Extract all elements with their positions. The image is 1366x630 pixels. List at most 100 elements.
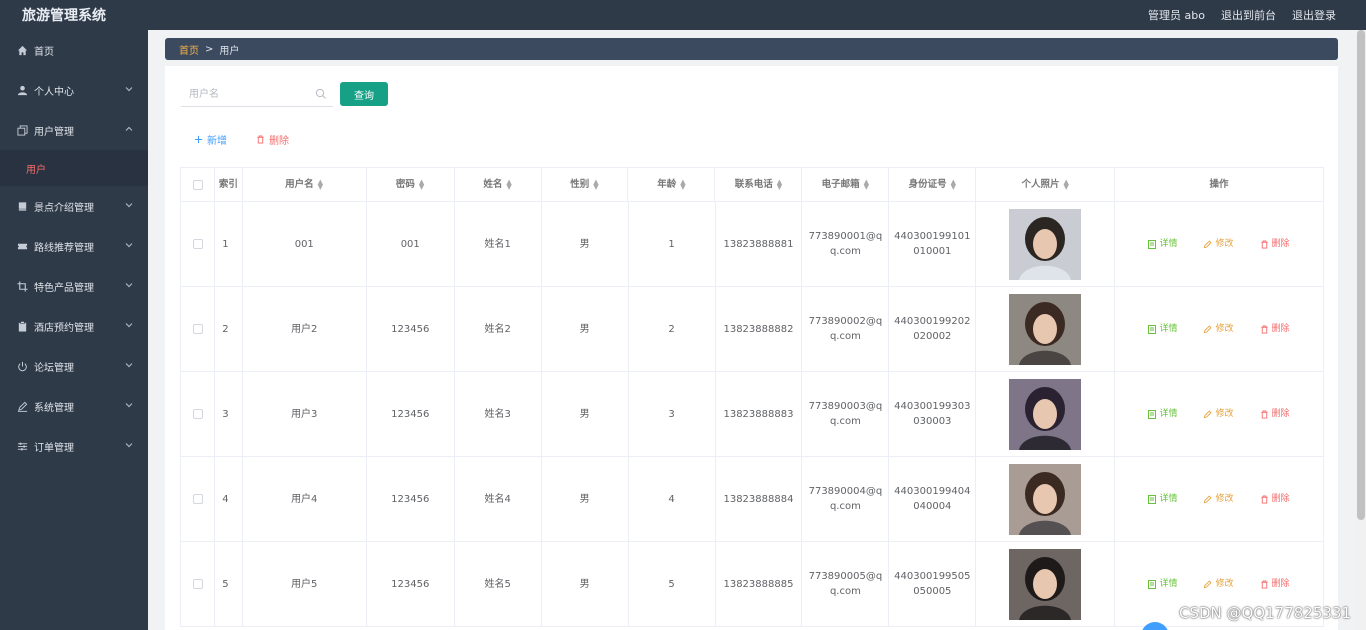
- breadcrumb-current: 用户: [219, 45, 240, 57]
- sort-icon[interactable]: ▲ ▼: [318, 178, 323, 190]
- user-photo[interactable]: [1009, 208, 1082, 280]
- sidebar-item-system[interactable]: 系统管理: [0, 386, 148, 426]
- content-panel: 查询 新增 删除 索引 用户名▲▼ 密码▲▼ 姓名▲▼ 性别▲▼ 年龄▲▼ 联系…: [165, 66, 1338, 630]
- cell-password: 123456: [367, 287, 455, 371]
- delete-button[interactable]: 删除: [1260, 322, 1290, 337]
- cell-password: 001: [367, 202, 455, 286]
- header-age[interactable]: 年龄 ▲ ▼: [628, 168, 716, 201]
- header-email[interactable]: 电子邮箱 ▲ ▼: [802, 168, 890, 201]
- user-photo[interactable]: [1009, 293, 1082, 365]
- sidebar-item-hotel[interactable]: 酒店预约管理: [0, 306, 148, 346]
- detail-button[interactable]: 详情: [1148, 407, 1177, 422]
- detail-button[interactable]: 详情: [1148, 577, 1177, 592]
- row-checkbox[interactable]: [192, 494, 203, 504]
- edit-label: 修改: [1215, 323, 1234, 334]
- sidebar-item-home[interactable]: 首页: [0, 30, 148, 70]
- detail-button[interactable]: 详情: [1148, 322, 1177, 337]
- row-checkbox[interactable]: [192, 239, 203, 249]
- detail-button[interactable]: 详情: [1148, 237, 1177, 252]
- delete-button[interactable]: 删除: [1260, 237, 1290, 252]
- checkbox-cell: [181, 372, 216, 456]
- delete-button[interactable]: 删除: [1260, 407, 1290, 422]
- sort-icon[interactable]: ▲ ▼: [593, 178, 598, 190]
- edit-button[interactable]: 修改: [1203, 322, 1234, 337]
- app-title: 旅游管理系统: [22, 8, 106, 24]
- user-photo[interactable]: [1009, 463, 1082, 535]
- cell-username: 用户2: [243, 287, 367, 371]
- sort-icon[interactable]: ▲ ▼: [419, 178, 424, 190]
- copy-icon: [16, 124, 28, 136]
- edit-button[interactable]: 修改: [1203, 407, 1234, 422]
- sort-icon[interactable]: ▲ ▼: [777, 178, 782, 190]
- user-photo[interactable]: [1009, 548, 1082, 620]
- sidebar-item-attractions[interactable]: 景点介绍管理: [0, 186, 148, 226]
- add-button[interactable]: 新增: [194, 132, 227, 147]
- scrollbar-thumb[interactable]: [1357, 30, 1365, 520]
- breadcrumb: 首页 > 用户: [165, 38, 1338, 60]
- edit-button[interactable]: 修改: [1203, 577, 1234, 592]
- delete-label: 删除: [1271, 323, 1290, 334]
- photo-face: [1033, 228, 1058, 259]
- user-photo[interactable]: [1009, 378, 1082, 450]
- header-password[interactable]: 密码 ▲ ▼: [367, 168, 455, 201]
- pencil-icon: [1204, 239, 1213, 248]
- crop-icon: [16, 280, 28, 292]
- cell-idcard: 440300199202020002: [889, 287, 977, 371]
- row-checkbox[interactable]: [192, 409, 203, 419]
- header-gender[interactable]: 性别 ▲ ▼: [542, 168, 629, 201]
- book-icon: [16, 200, 28, 212]
- sidebar: 首页 个人中心 用户管理 用户 景点介绍管理 路线推荐管理 特色产品管理 酒店预…: [0, 30, 148, 630]
- delete-label: 删除: [1271, 493, 1290, 504]
- search-icon: [315, 88, 326, 99]
- table-row: 3 用户3 123456 姓名3 男 3 13823888883 7738900…: [181, 372, 1324, 457]
- sort-icon[interactable]: ▲ ▼: [864, 178, 869, 190]
- main-area: 首页 > 用户 查询 新增 删除 索引 用户名▲▼ 密码▲▼ 姓名▲▼ 性别▲▼: [148, 30, 1356, 630]
- logout-link[interactable]: 退出登录: [1292, 7, 1336, 23]
- row-checkbox[interactable]: [192, 579, 203, 589]
- header-actions: 操作: [1115, 168, 1325, 201]
- username-search-input[interactable]: [181, 83, 311, 105]
- breadcrumb-separator: >: [205, 43, 214, 55]
- user-icon: [16, 84, 28, 96]
- batch-delete-button[interactable]: 删除: [256, 132, 289, 147]
- cell-actions: 详情 修改 删除: [1115, 372, 1324, 456]
- header-label: 性别: [570, 179, 590, 190]
- query-button[interactable]: 查询: [340, 82, 388, 106]
- sidebar-item-label: 订单管理: [34, 442, 74, 454]
- sort-icon[interactable]: ▲ ▼: [951, 178, 956, 190]
- cell-email: 773890001@qq.com: [802, 202, 890, 286]
- sort-icon[interactable]: ▲ ▼: [680, 178, 685, 190]
- sidebar-item-orders[interactable]: 订单管理: [0, 426, 148, 466]
- header-photo[interactable]: 个人照片 ▲ ▼: [976, 168, 1115, 201]
- sidebar-subitem-user[interactable]: 用户: [0, 150, 148, 186]
- sidebar-item-forum[interactable]: 论坛管理: [0, 346, 148, 386]
- edit-button[interactable]: 修改: [1203, 237, 1234, 252]
- cell-name: 姓名5: [455, 542, 542, 626]
- sidebar-item-label: 路线推荐管理: [34, 242, 94, 254]
- delete-button[interactable]: 删除: [1260, 492, 1290, 507]
- sidebar-item-products[interactable]: 特色产品管理: [0, 266, 148, 306]
- header-username[interactable]: 用户名 ▲ ▼: [243, 168, 367, 201]
- row-checkbox[interactable]: [192, 324, 203, 334]
- detail-button[interactable]: 详情: [1148, 492, 1177, 507]
- header-idcard[interactable]: 身份证号 ▲ ▼: [889, 168, 977, 201]
- header-phone[interactable]: 联系电话 ▲ ▼: [715, 168, 803, 201]
- sidebar-item-user-management[interactable]: 用户管理: [0, 110, 148, 150]
- clipboard-icon: [16, 320, 28, 332]
- delete-label: 删除: [1271, 238, 1290, 249]
- ticket-icon: [16, 240, 28, 252]
- row-actions: 详情 修改 删除: [1148, 237, 1290, 252]
- sort-icon[interactable]: ▲ ▼: [506, 178, 511, 190]
- chevron-down-icon: [125, 323, 133, 328]
- sidebar-item-routes[interactable]: 路线推荐管理: [0, 226, 148, 266]
- sidebar-item-profile[interactable]: 个人中心: [0, 70, 148, 110]
- delete-button[interactable]: 删除: [1260, 577, 1290, 592]
- header-name[interactable]: 姓名 ▲ ▼: [455, 168, 542, 201]
- edit-button[interactable]: 修改: [1203, 492, 1234, 507]
- chevron-up-icon: [125, 126, 133, 131]
- email-text: 773890004@qq.com: [808, 486, 883, 512]
- sort-icon[interactable]: ▲ ▼: [1063, 178, 1068, 190]
- breadcrumb-home[interactable]: 首页: [179, 42, 199, 57]
- select-all-checkbox[interactable]: [192, 179, 203, 190]
- exit-to-front-link[interactable]: 退出到前台: [1221, 7, 1276, 23]
